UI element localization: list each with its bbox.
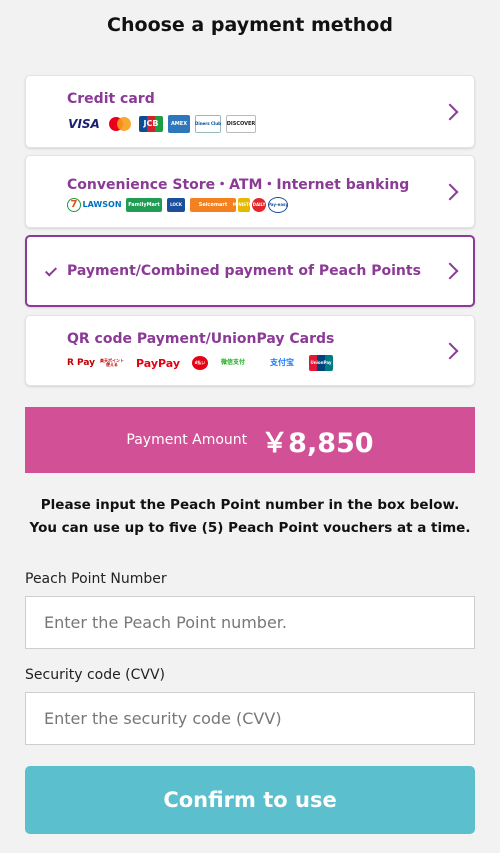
payment-method-label: QR code Payment/UnionPay Cards xyxy=(67,331,335,347)
payment-method-peach-points[interactable]: Payment/Combined payment of Peach Points xyxy=(25,235,475,307)
peach-point-notice: Please input the Peach Point number in t… xyxy=(29,497,471,536)
payment-method-qr-code[interactable]: QR code Payment/UnionPay Cards R Pay 楽天ポ… xyxy=(25,315,475,386)
rakuten-point-logo: 楽天ポイント使える xyxy=(100,358,124,367)
security-code-label: Security code (CVV) xyxy=(25,667,166,683)
page-title: Choose a payment method xyxy=(107,14,393,36)
r-pay-logo: R Pay xyxy=(66,357,96,368)
unionpay-logo: UnionPay xyxy=(309,355,333,371)
visa-logo: VISA xyxy=(68,117,100,131)
alipay-logo: 支付宝 xyxy=(270,358,294,367)
card-brand-logos: VISA JCB AMEX Diners Club DISCOVER xyxy=(67,115,261,133)
seicomart-logo: Seicomart xyxy=(190,198,236,212)
discover-logo: DISCOVER xyxy=(226,115,256,133)
chevron-right-icon xyxy=(441,183,459,201)
lawson-logo: LAWSON xyxy=(82,200,122,209)
pay-easy-logo: Pay-easy xyxy=(268,197,288,213)
chevron-right-icon xyxy=(441,103,459,121)
payment-amount-value: ￥8,850 xyxy=(261,427,374,459)
paypay-logo: PayPay xyxy=(135,356,181,370)
wechat-pay-logo: 微信支付 xyxy=(220,359,245,366)
seven-eleven-logo: 7 xyxy=(67,198,81,212)
payment-method-label: Convenience Store・ATM・Internet banking xyxy=(67,177,410,193)
daily-logo: DAILY xyxy=(252,198,266,212)
security-code-input[interactable] xyxy=(25,692,475,745)
payment-method-label: Credit card xyxy=(67,91,155,107)
payment-method-credit-card[interactable]: Credit card VISA JCB AMEX Diners Club DI… xyxy=(25,75,475,148)
chevron-right-icon xyxy=(441,262,459,280)
payment-page: Choose a payment method Credit card VISA… xyxy=(0,0,500,853)
familymart-logo: FamilyMart xyxy=(126,198,162,212)
jcb-logo: JCB xyxy=(139,116,163,132)
confirm-button[interactable]: Confirm to use xyxy=(25,766,475,834)
check-icon xyxy=(44,264,58,277)
diners-club-logo: Diners Club xyxy=(195,115,221,133)
payment-amount-label: Payment Amount xyxy=(126,432,248,448)
ministop-logo: MINISTOP xyxy=(233,198,255,212)
convenience-store-logos: 7 LAWSON FamilyMart LOCK Seicomart MINIS… xyxy=(67,197,293,213)
peach-point-number-label: Peach Point Number xyxy=(25,571,167,587)
mastercard-logo xyxy=(106,116,134,132)
d-barai-logo: d払い xyxy=(192,356,208,370)
lock-logo: LOCK xyxy=(167,198,185,212)
payment-method-label: Payment/Combined payment of Peach Points xyxy=(67,263,421,279)
payment-amount-bar: Payment Amount ￥8,850 xyxy=(25,407,475,473)
amex-logo: AMEX xyxy=(168,115,190,133)
qr-payment-logos: R Pay 楽天ポイント使える PayPay d払い 微信支付 支付宝 Unio… xyxy=(67,355,338,371)
chevron-right-icon xyxy=(441,342,459,360)
peach-point-number-input[interactable] xyxy=(25,596,475,649)
payment-method-convenience-store[interactable]: Convenience Store・ATM・Internet banking 7… xyxy=(25,155,475,228)
